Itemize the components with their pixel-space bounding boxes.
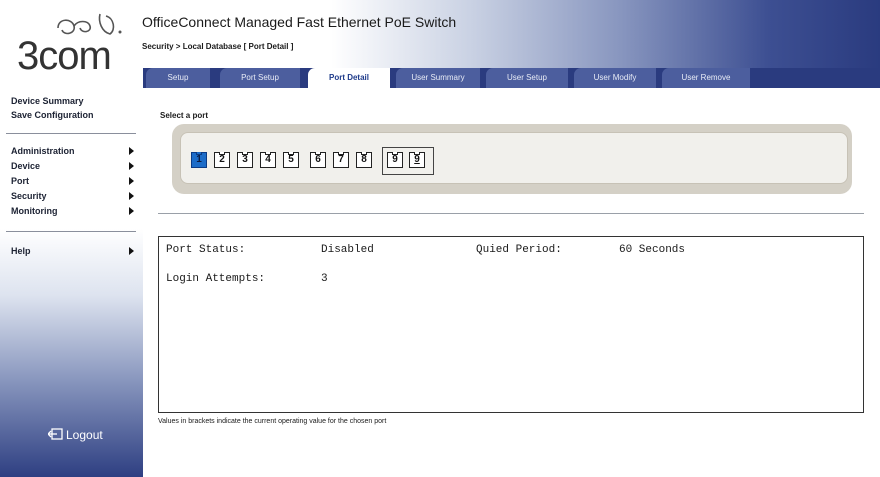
sidebar-item-label: Security [11, 191, 47, 201]
chevron-right-icon [129, 147, 134, 155]
port-2[interactable]: 2 [214, 152, 230, 168]
logout-icon [47, 428, 64, 440]
sidebar-divider [6, 133, 136, 134]
sidebar-item-help[interactable]: Help [11, 246, 139, 261]
tab-port-detail[interactable]: Port Detail [308, 68, 390, 88]
tabs: Setup Port Setup Port Detail User Summar… [146, 68, 756, 88]
brand-logo: 3com [12, 8, 134, 78]
login-attempts-value: 3 [321, 273, 328, 285]
chevron-right-icon [129, 177, 134, 185]
port-6[interactable]: 6 [310, 152, 326, 168]
footnote: Values in brackets indicate the current … [158, 418, 387, 425]
header: OfficeConnect Managed Fast Ethernet PoE … [138, 0, 880, 68]
sidebar-item-label: Monitoring [11, 206, 58, 216]
sidebar-top-links: Device Summary Save Configuration [11, 96, 94, 124]
tab-setup[interactable]: Setup [146, 68, 210, 88]
port-3[interactable]: 3 [237, 152, 253, 168]
sidebar-item-save-configuration[interactable]: Save Configuration [11, 110, 94, 124]
sidebar-item-port[interactable]: Port [11, 176, 139, 191]
port-4[interactable]: 4 [260, 152, 276, 168]
port-8[interactable]: 8 [356, 152, 372, 168]
quiet-period-label: Quied Period: [476, 244, 562, 256]
app-title: OfficeConnect Managed Fast Ethernet PoE … [142, 14, 457, 30]
sidebar-menu: Administration Device Port Security Moni… [11, 146, 139, 221]
sidebar-item-security[interactable]: Security [11, 191, 139, 206]
sidebar-item-label: Port [11, 176, 29, 186]
port-9-fiber[interactable]: 9 [409, 152, 425, 168]
sidebar-help-menu: Help [11, 246, 139, 261]
sidebar-item-administration[interactable]: Administration [11, 146, 139, 161]
tab-port-setup[interactable]: Port Setup [220, 68, 300, 88]
logout-button[interactable]: Logout [47, 428, 103, 442]
sidebar-item-device-summary[interactable]: Device Summary [11, 96, 94, 110]
port-9-copper[interactable]: 9 [387, 152, 403, 168]
sidebar: 3com Device Summary Save Configuration A… [0, 0, 143, 477]
sidebar-item-label: Device [11, 161, 41, 171]
brand-logo-text: 3com [17, 34, 112, 78]
port-detail-panel: Port Status: Disabled Quied Period: 60 S… [158, 236, 864, 413]
tab-user-summary[interactable]: User Summary [396, 68, 480, 88]
chevron-right-icon [129, 162, 134, 170]
chevron-right-icon [129, 247, 134, 255]
sidebar-divider [6, 231, 136, 232]
breadcrumb: Security > Local Database [ Port Detail … [142, 42, 294, 51]
select-port-label: Select a port [160, 111, 209, 120]
logout-label: Logout [66, 428, 103, 442]
tab-user-remove[interactable]: User Remove [662, 68, 750, 88]
port-panel-inner [180, 132, 848, 184]
login-attempts-label: Login Attempts: [166, 273, 266, 285]
port-1[interactable]: 1 [191, 152, 207, 168]
sidebar-item-label: Help [11, 246, 31, 256]
sidebar-item-label: Administration [11, 146, 75, 156]
port-5[interactable]: 5 [283, 152, 299, 168]
sidebar-item-device[interactable]: Device [11, 161, 139, 176]
chevron-right-icon [129, 192, 134, 200]
port-status-value: Disabled [321, 244, 374, 256]
tab-user-setup[interactable]: User Setup [486, 68, 568, 88]
section-divider [158, 213, 864, 214]
port-status-label: Port Status: [166, 244, 246, 256]
chevron-right-icon [129, 207, 134, 215]
sidebar-item-monitoring[interactable]: Monitoring [11, 206, 139, 221]
port-7[interactable]: 7 [333, 152, 349, 168]
tab-user-modify[interactable]: User Modify [574, 68, 656, 88]
quiet-period-value: 60 Seconds [619, 244, 686, 256]
